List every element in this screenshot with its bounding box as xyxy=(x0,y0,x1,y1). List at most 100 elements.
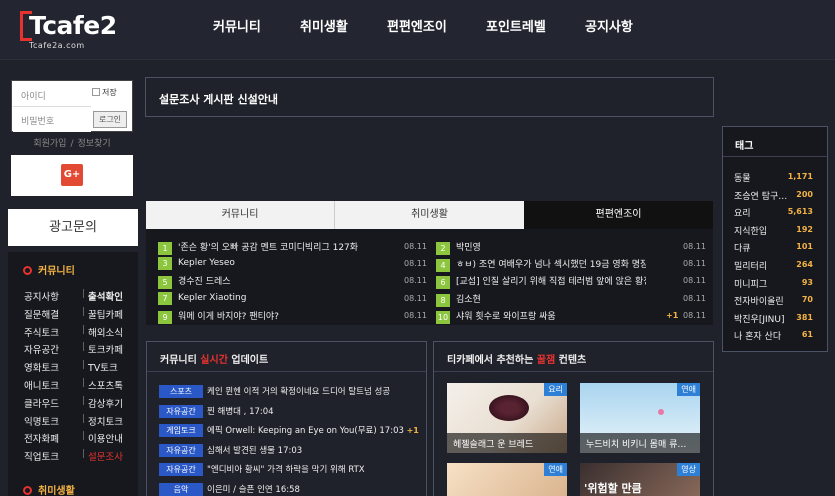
realtime-row[interactable]: 자유공간 심해서 발견된 생물 17:03 xyxy=(159,443,303,457)
board-row-title: ㅎㅂ) 조연 여배우가 넘나 섹시했던 19금 영화 명장면 xyxy=(456,260,646,271)
category-link[interactable]: 클라우드 xyxy=(24,396,59,410)
category-link[interactable]: 익명토크 xyxy=(24,414,59,428)
find-info-link[interactable]: 정보찾기 xyxy=(78,139,111,149)
board-row-date: 08.11 xyxy=(404,276,427,286)
tag-item[interactable]: 나 혼자 산다 xyxy=(734,329,781,342)
category-link[interactable]: 꿀팁카페 xyxy=(88,307,123,321)
board-row-title: [교섭] 인질 살리기 위해 직접 테러범 앞에 앉은 황정… xyxy=(456,277,646,288)
tag-item[interactable]: 동물 xyxy=(734,171,751,184)
tag-item[interactable]: 전자바이올린 xyxy=(734,294,784,307)
category-badge: 스포츠 xyxy=(159,385,203,398)
id-input[interactable]: 아이디 xyxy=(13,83,91,107)
board-row[interactable]: 6 [교섭] 인질 살리기 위해 직접 테러범 앞에 앉은 황정… xyxy=(436,274,646,290)
circle-icon xyxy=(23,266,32,275)
category-link[interactable]: 영화토크 xyxy=(24,360,59,374)
board-row-date: 08.11 xyxy=(404,242,427,251)
login-box: 아이디 비밀번호 저장 로그인 xyxy=(11,80,133,132)
board-row[interactable]: 9 워메 이게 바지야? 팬티야? xyxy=(158,309,388,325)
board-row[interactable]: 8 김소현 xyxy=(436,292,646,308)
tag-item[interactable]: 박진우[JINU] xyxy=(734,312,785,325)
rank-badge: 9 xyxy=(158,310,172,324)
site-logo[interactable]: Tcafe2 Tcafe2a.com xyxy=(20,11,120,51)
password-input[interactable]: 비밀번호 xyxy=(13,108,91,132)
board-row[interactable]: 4 ㅎㅂ) 조연 여배우가 넘나 섹시했던 19금 영화 명장면 xyxy=(436,257,646,273)
recommend-thumb-1[interactable]: 요리 헤젤슬래그 운 브레드 xyxy=(447,383,567,453)
tag-item[interactable]: 미니피그 xyxy=(734,277,767,290)
board-row[interactable]: 3 Kepler Yeseo xyxy=(158,257,388,273)
google-plus-icon[interactable]: G+ xyxy=(61,164,83,186)
ad-inquiry-button[interactable]: 광고문의 xyxy=(8,209,138,246)
divider: | xyxy=(82,431,86,442)
realtime-row-title: 에픽 Orwell: Keeping an Eye on You(무료) 17:… xyxy=(207,426,404,436)
recommend-thumb-2[interactable]: 연애 누드비치 비키니 몸매 류… xyxy=(580,383,700,453)
board-row[interactable]: 2 박민영 xyxy=(436,240,646,256)
category-link[interactable]: TV토크 xyxy=(88,360,118,374)
divider: | xyxy=(82,449,86,460)
notice-banner[interactable]: 설문조사 게시판 신설안내 xyxy=(145,77,714,117)
tab-enjoy[interactable]: 편편엔조이 xyxy=(524,201,713,229)
tag-item[interactable]: 조승연 탐구… xyxy=(734,189,787,202)
category-link[interactable]: 토크카페 xyxy=(88,342,123,356)
heart-icon xyxy=(658,409,664,415)
category-link[interactable]: 출석확인 xyxy=(88,289,123,303)
tag-count: 192 xyxy=(796,224,813,234)
board-row-date: 08.11 xyxy=(683,293,706,303)
tag-item[interactable]: 다큐 xyxy=(734,241,751,254)
board-row-date: 08.11 xyxy=(683,242,706,251)
category-link[interactable]: 자유공간 xyxy=(24,342,59,356)
nav-enjoy[interactable]: 편편엔조이 xyxy=(387,0,447,56)
category-link[interactable]: 이용안내 xyxy=(88,431,123,445)
nav-notice[interactable]: 공지사항 xyxy=(585,0,633,56)
board-row[interactable]: 1 '존슨 황'의 오빠 공감 멘트 코미디빅리그 127화 xyxy=(158,240,388,256)
tab-hobby[interactable]: 취미생활 xyxy=(335,201,524,229)
realtime-row[interactable]: 스포츠 케인 뮌헨 이적 거의 확정이네요 드디어 탈트넘 성공 xyxy=(159,385,390,398)
tag-item[interactable]: 요리 xyxy=(734,206,751,219)
category-link[interactable]: 해외소식 xyxy=(88,325,123,339)
rank-badge: 1 xyxy=(158,242,172,255)
divider: | xyxy=(82,289,86,299)
realtime-row[interactable]: 자유공간 "엔디비아 황씨" 가격 하락을 막기 위해 RTX xyxy=(159,463,365,476)
nav-community[interactable]: 커뮤니티 xyxy=(213,0,261,56)
realtime-title: 커뮤니티 실시간 업데이트 xyxy=(160,355,269,366)
save-login-checkbox[interactable]: 저장 xyxy=(92,87,117,98)
board-row-title: 경수진 드레스 xyxy=(178,277,231,288)
tag-count: 5,613 xyxy=(787,207,813,217)
login-button[interactable]: 로그인 xyxy=(93,111,127,128)
category-link[interactable]: 설문조사 xyxy=(88,449,123,463)
realtime-row-title: 심해서 발견된 생물 17:03 xyxy=(207,445,303,456)
nav-point-level[interactable]: 포인트레벨 xyxy=(486,0,546,56)
nav-hobby[interactable]: 취미생활 xyxy=(300,0,348,56)
board-row-title: 김소현 xyxy=(456,294,481,305)
realtime-row-title: 찐 해병대 , 17:04 xyxy=(207,406,274,417)
category-link[interactable]: 공지사항 xyxy=(24,289,59,303)
board-row[interactable]: 10 샤워 횟수로 와이프랑 싸움 xyxy=(436,309,646,325)
rank-badge: 8 xyxy=(436,293,450,307)
category-link[interactable]: 애니토크 xyxy=(24,378,59,392)
category-link[interactable]: 정치토크 xyxy=(88,414,123,428)
realtime-row[interactable]: 음악 이은미 / 슬픈 인연 16:58 xyxy=(159,482,300,496)
tag-box: 태그 동물 1,171 조승연 탐구… 200 요리 5,613 지식한입 192 다큐 101 밀… xyxy=(722,126,828,352)
tag-item[interactable]: 밀리터리 xyxy=(734,259,767,272)
category-link[interactable]: 전자화폐 xyxy=(24,431,59,445)
category-link[interactable]: 감상후기 xyxy=(88,396,123,410)
realtime-row[interactable]: 자유공간 찐 해병대 , 17:04 xyxy=(159,404,274,418)
join-link[interactable]: 회원가입 xyxy=(33,139,66,149)
realtime-row-title: "엔디비아 황씨" 가격 하락을 막기 위해 RTX xyxy=(207,465,365,475)
realtime-row[interactable]: 게임토크 에픽 Orwell: Keeping an Eye on You(무료)… xyxy=(159,424,419,437)
category-link[interactable]: 질문해결 xyxy=(24,307,59,321)
category-badge: 자유공간 xyxy=(159,463,203,476)
category-link[interactable]: 직업토크 xyxy=(24,449,59,463)
recommend-thumb-4[interactable]: 영상 '위험할 만큼 xyxy=(580,463,700,496)
board-row[interactable]: 7 Kepler Xiaoting xyxy=(158,291,388,308)
category-link[interactable]: 주식토크 xyxy=(24,325,59,339)
board-row[interactable]: 5 경수진 드레스 xyxy=(158,274,388,290)
tag-item[interactable]: 지식한입 xyxy=(734,224,767,237)
category-link[interactable]: 스포츠톡 xyxy=(88,378,123,392)
tag-count: 93 xyxy=(801,277,813,287)
tag-count: 61 xyxy=(801,330,813,340)
board-row-date: 08.11 xyxy=(404,310,427,320)
board-row-date: 08.11 xyxy=(683,276,706,286)
tab-community[interactable]: 커뮤니티 xyxy=(146,201,335,229)
recommend-thumb-3[interactable]: 연애 xyxy=(447,463,567,496)
category-badge: 자유공간 xyxy=(159,443,203,457)
